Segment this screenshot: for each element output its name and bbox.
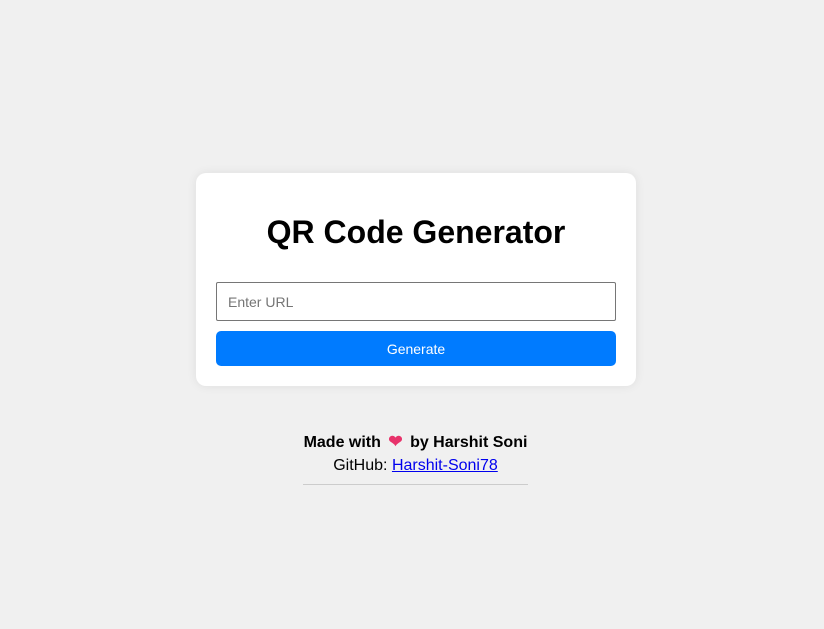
- github-link[interactable]: Harshit-Soni78: [392, 457, 498, 474]
- credit-line: Made with ❤ by Harshit Soni: [303, 432, 528, 453]
- divider: [303, 484, 528, 485]
- footer: Made with ❤ by Harshit Soni GitHub: Hars…: [303, 432, 528, 485]
- generate-button[interactable]: Generate: [216, 331, 616, 366]
- made-with-text: Made with: [303, 434, 381, 451]
- page-title: QR Code Generator: [266, 214, 566, 250]
- url-input[interactable]: [216, 282, 616, 321]
- github-label: GitHub:: [333, 457, 388, 474]
- github-line: GitHub: Harshit-Soni78: [303, 455, 528, 477]
- heart-icon: ❤: [388, 432, 403, 451]
- author-text: by Harshit Soni: [410, 434, 528, 451]
- qr-generator-card: QR Code Generator Generate: [196, 173, 636, 386]
